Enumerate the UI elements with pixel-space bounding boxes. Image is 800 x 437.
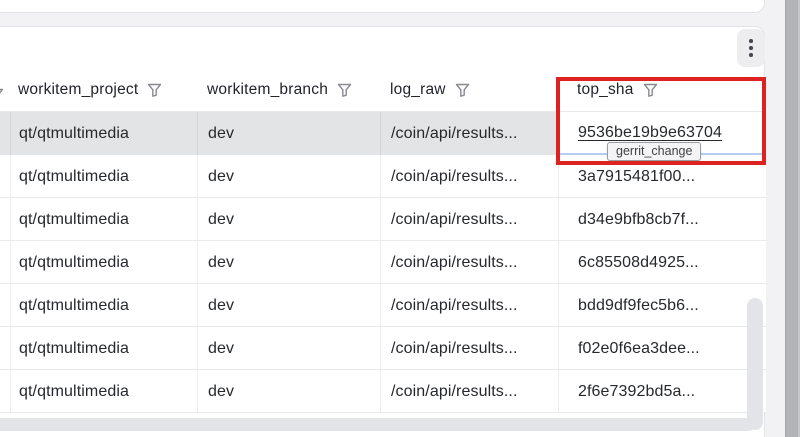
top-sha-link[interactable]: d34e9bfb8cb7f... [578,211,699,229]
column-header-top-sha[interactable]: top_sha [577,81,658,99]
kebab-menu-icon [749,39,753,57]
cell-text: qt/qtmultimedia [19,168,129,186]
cell-workitem-project[interactable]: qt/qtmultimedia [10,155,197,198]
column-header-workitem-branch[interactable]: workitem_branch [207,81,352,99]
cell-workitem-branch[interactable]: dev [197,327,380,370]
cell-workitem-branch[interactable]: dev [197,284,380,327]
cell-text: qt/qtmultimedia [19,211,129,229]
top-sha-link[interactable]: 9536be19b9e63704 [578,124,722,142]
filter-funnel-icon[interactable] [455,83,470,97]
cell-top-sha[interactable]: 2f6e7392bd5a... [558,370,766,413]
cell-text: qt/qtmultimedia [19,125,129,143]
top-sha-link[interactable]: 6c85508d4925... [578,254,699,272]
column-label: log_raw [390,81,446,99]
row-index-cell [0,198,10,241]
cell-top-sha[interactable]: d34e9bfb8cb7f... [558,198,766,241]
column-header-log-raw[interactable]: log_raw [390,81,470,99]
tooltip-text: gerrit_change [616,144,692,158]
log-raw-link[interactable]: /coin/api/results... [391,340,518,358]
log-raw-link[interactable]: /coin/api/results... [391,211,518,229]
cell-workitem-project[interactable]: qt/qtmultimedia [10,112,197,155]
row-index-cell [0,327,10,370]
cell-log-raw[interactable]: /coin/api/results... [380,241,558,284]
tooltip: gerrit_change [607,142,701,161]
table-row: qt/qtmultimedia dev /coin/api/results...… [0,327,766,370]
filter-funnel-icon[interactable] [337,83,352,97]
cell-workitem-branch[interactable]: dev [197,370,380,413]
cell-text: qt/qtmultimedia [19,297,129,315]
table-row: qt/qtmultimedia dev /coin/api/results...… [0,198,766,241]
window-scrollbar-rail[interactable] [785,0,800,437]
row-index-cell [0,370,10,413]
log-raw-link[interactable]: /coin/api/results... [391,125,518,143]
horizontal-scrollbar-thumb[interactable] [0,418,755,431]
cell-workitem-project[interactable]: qt/qtmultimedia [10,241,197,284]
table-header-row: workitem_project workitem_branch log_raw… [0,70,766,112]
cell-workitem-project[interactable]: qt/qtmultimedia [10,327,197,370]
cell-text: dev [208,340,234,358]
top-sha-link[interactable]: f02e0f6ea3dee... [578,340,700,358]
top-card [0,0,765,13]
cell-workitem-branch[interactable]: dev [197,155,380,198]
top-sha-link[interactable]: bdd9df9fec5b6... [578,297,699,315]
cell-workitem-branch[interactable]: dev [197,112,380,155]
column-label: top_sha [577,81,634,99]
top-sha-link[interactable]: 3a7915481f00... [578,168,695,186]
cell-workitem-project[interactable]: qt/qtmultimedia [10,370,197,413]
cell-log-raw[interactable]: /coin/api/results... [380,370,558,413]
row-index-cell [0,112,10,155]
cell-workitem-branch[interactable]: dev [197,198,380,241]
cell-text: dev [208,125,234,143]
cell-log-raw[interactable]: /coin/api/results... [380,112,558,155]
cell-top-sha[interactable]: f02e0f6ea3dee... [558,327,766,370]
row-index-cell [0,241,10,284]
table-row: qt/qtmultimedia dev /coin/api/results...… [0,370,766,413]
cell-text: dev [208,168,234,186]
cell-log-raw[interactable]: /coin/api/results... [380,155,558,198]
cell-workitem-project[interactable]: qt/qtmultimedia [10,284,197,327]
cell-workitem-branch[interactable]: dev [197,241,380,284]
cell-text: dev [208,211,234,229]
table-row: qt/qtmultimedia dev /coin/api/results...… [0,284,766,327]
log-raw-link[interactable]: /coin/api/results... [391,254,518,272]
panel-menu-button[interactable] [737,29,765,67]
cell-text: qt/qtmultimedia [19,254,129,272]
cell-text: dev [208,297,234,315]
row-index-cell [0,155,10,198]
filter-funnel-icon[interactable] [147,83,162,97]
column-label: workitem_project [18,81,138,99]
cell-top-sha[interactable]: 6c85508d4925... [558,241,766,284]
top-sha-link[interactable]: 2f6e7392bd5a... [578,383,695,401]
filter-funnel-icon[interactable] [643,83,658,97]
log-raw-link[interactable]: /coin/api/results... [391,383,518,401]
cell-log-raw[interactable]: /coin/api/results... [380,198,558,241]
cell-top-sha[interactable]: bdd9df9fec5b6... [558,284,766,327]
cell-text: dev [208,383,234,401]
cell-workitem-project[interactable]: qt/qtmultimedia [10,198,197,241]
cell-log-raw[interactable]: /coin/api/results... [380,284,558,327]
column-header-workitem-project[interactable]: workitem_project [18,81,162,99]
cell-text: qt/qtmultimedia [19,383,129,401]
row-index-cell [0,284,10,327]
cell-top-sha[interactable]: 3a7915481f00... [558,155,766,198]
column-label: workitem_branch [207,81,328,99]
cell-text: qt/qtmultimedia [19,340,129,358]
cell-log-raw[interactable]: /coin/api/results... [380,327,558,370]
log-raw-link[interactable]: /coin/api/results... [391,297,518,315]
cell-text: dev [208,254,234,272]
log-raw-link[interactable]: /coin/api/results... [391,168,518,186]
table-row: qt/qtmultimedia dev /coin/api/results...… [0,241,766,284]
vertical-scrollbar-thumb[interactable] [747,298,763,430]
table-row: qt/qtmultimedia dev /coin/api/results...… [0,155,766,198]
